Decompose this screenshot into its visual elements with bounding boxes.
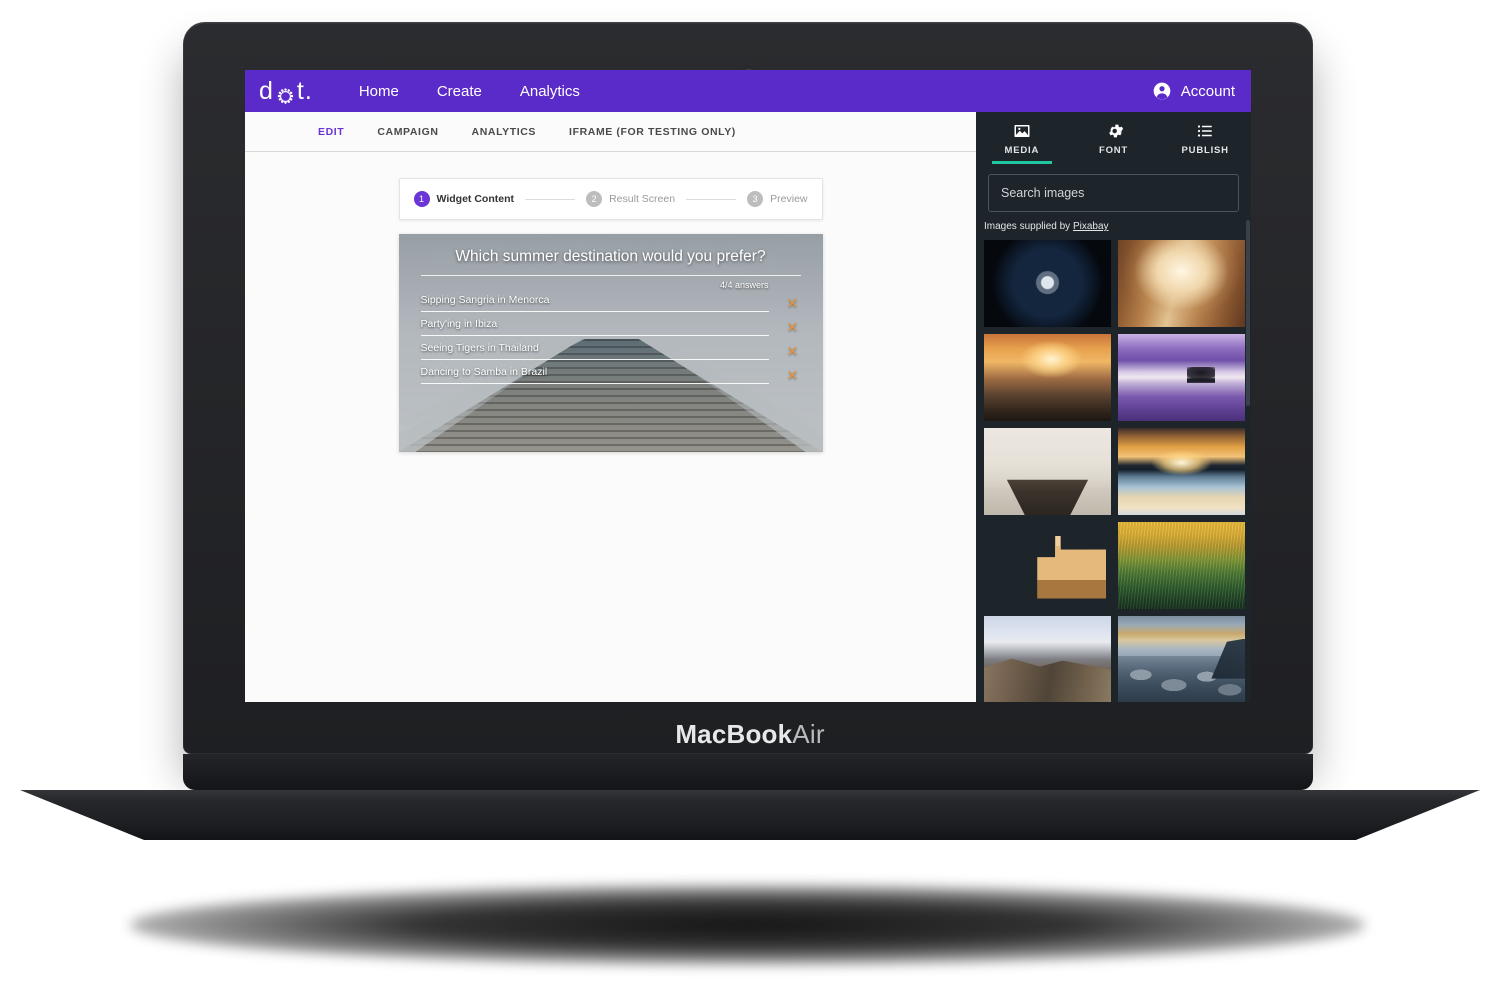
logo-letter-d: d xyxy=(259,76,274,105)
thumbnail-art xyxy=(1118,334,1245,421)
list-icon xyxy=(1159,122,1251,140)
image-icon xyxy=(976,122,1068,140)
image-thumb-wooden-dock-misty-lake[interactable] xyxy=(984,428,1111,515)
image-thumb-canyon-light-beam[interactable] xyxy=(1118,240,1245,327)
account-label: Account xyxy=(1180,82,1235,100)
image-thumb-lone-tree-purple-lake[interactable] xyxy=(1118,334,1245,421)
thumbnail-art xyxy=(984,240,1111,327)
stepper-connector-2 xyxy=(686,198,737,200)
step-number-3: 3 xyxy=(747,191,764,207)
sidebar-tab-label-publish: PUBLISH xyxy=(1181,145,1229,156)
nav-link-create[interactable]: Create xyxy=(437,83,482,100)
media-sidebar: MEDIA FONT PUBLISH Search images Images … xyxy=(976,112,1251,702)
primary-nav-links: Home Create Analytics xyxy=(359,83,580,100)
tab-iframe[interactable]: IFRAME (FOR TESTING ONLY) xyxy=(569,126,736,138)
thumbnail-art xyxy=(1118,616,1245,702)
widget-question-text[interactable]: Which summer destination would you prefe… xyxy=(420,248,801,276)
image-thumb-mountain-valley-road[interactable] xyxy=(984,616,1111,702)
sidebar-tab-media[interactable]: MEDIA xyxy=(976,118,1068,164)
sidebar-tab-font[interactable]: FONT xyxy=(1068,118,1160,156)
nav-link-analytics[interactable]: Analytics xyxy=(520,83,580,100)
step-label-2: Result Screen xyxy=(609,193,676,205)
macbook-word: MacBook xyxy=(675,719,793,749)
search-container xyxy=(976,165,1251,212)
image-thumb-full-moon-night-sky[interactable] xyxy=(984,240,1111,327)
account-person-icon xyxy=(1152,81,1172,101)
answer-input-4[interactable]: Dancing to Samba in Brazil xyxy=(420,366,769,384)
image-results-grid xyxy=(976,240,1251,702)
image-thumb-rocky-shore-twilight[interactable] xyxy=(1118,616,1245,702)
answer-row: Party'ing in Ibiza ✕ xyxy=(420,318,801,336)
close-x-icon[interactable]: ✕ xyxy=(785,320,801,334)
answers-count-label: 4/4 answers xyxy=(719,280,769,290)
dotted-circle-logo-icon xyxy=(276,84,295,104)
search-input[interactable] xyxy=(988,174,1239,212)
answer-row: Dancing to Samba in Brazil ✕ xyxy=(420,366,801,384)
air-word: Air xyxy=(792,719,825,749)
tab-campaign[interactable]: CAMPAIGN xyxy=(377,126,438,138)
pixabay-link[interactable]: Pixabay xyxy=(1073,221,1109,232)
image-thumb-city-skyline-sunset[interactable] xyxy=(984,334,1111,421)
sidebar-tabs: MEDIA FONT PUBLISH xyxy=(976,112,1251,165)
screen-body: EDIT CAMPAIGN ANALYTICS IFRAME (FOR TEST… xyxy=(245,112,1251,702)
tab-analytics[interactable]: ANALYTICS xyxy=(472,126,537,138)
answer-input-2[interactable]: Party'ing in Ibiza xyxy=(420,318,769,336)
answer-row: Sipping Sangria in Menorca ✕ xyxy=(420,294,801,312)
image-thumb-coastal-town-cliffside[interactable] xyxy=(984,522,1111,609)
close-x-icon[interactable]: ✕ xyxy=(785,368,801,382)
thumbnail-art xyxy=(984,428,1111,515)
answer-input-1[interactable]: Sipping Sangria in Menorca xyxy=(420,294,769,312)
image-credit: Images supplied by Pixabay xyxy=(976,212,1251,240)
sidebar-scrollbar[interactable] xyxy=(1246,220,1250,406)
thumbnail-art xyxy=(1118,240,1245,327)
step-number-2: 2 xyxy=(586,191,603,207)
account-button[interactable]: Account xyxy=(1152,81,1235,101)
laptop-drop-shadow xyxy=(130,885,1365,965)
sidebar-tab-label-media: MEDIA xyxy=(1004,145,1040,156)
thumbnail-art xyxy=(984,522,1111,609)
app-logo[interactable]: d t. xyxy=(259,77,313,106)
thumbnail-art xyxy=(984,616,1111,702)
step-number-1: 1 xyxy=(413,191,430,207)
macbook-brand-label: MacBookAir xyxy=(0,719,1500,750)
editor-subtabs: EDIT CAMPAIGN ANALYTICS IFRAME (FOR TEST… xyxy=(245,112,976,152)
stepper-connector-1 xyxy=(524,198,576,200)
answer-input-3[interactable]: Seeing Tigers in Thailand xyxy=(420,342,769,360)
thumbnail-art xyxy=(1118,522,1245,609)
step-label-1: Widget Content xyxy=(436,193,514,205)
tab-edit[interactable]: EDIT xyxy=(318,126,344,138)
thumbnail-art xyxy=(1118,428,1245,515)
screenshot-stage: d t. Home Create Analytics Account EDIT … xyxy=(0,0,1500,986)
widget-preview-card[interactable]: Which summer destination would you prefe… xyxy=(398,234,823,452)
close-x-icon[interactable]: ✕ xyxy=(785,296,801,310)
laptop-base xyxy=(20,790,1480,840)
nav-link-home[interactable]: Home xyxy=(359,83,399,100)
wizard-stepper: 1 Widget Content 2 Result Screen 3 Previ… xyxy=(398,178,823,220)
credit-prefix: Images supplied by xyxy=(984,221,1073,232)
gear-icon xyxy=(1068,122,1160,140)
close-x-icon[interactable]: ✕ xyxy=(785,344,801,358)
image-thumb-golden-forest-field[interactable] xyxy=(1118,522,1245,609)
laptop-hinge xyxy=(183,754,1313,790)
editor-main-pane: EDIT CAMPAIGN ANALYTICS IFRAME (FOR TEST… xyxy=(245,112,976,702)
step-preview[interactable]: 3 Preview xyxy=(747,191,808,207)
thumbnail-art xyxy=(984,334,1111,421)
sidebar-tab-label-font: FONT xyxy=(1098,145,1129,156)
sidebar-tab-publish[interactable]: PUBLISH xyxy=(1159,118,1251,156)
answer-row: Seeing Tigers in Thailand ✕ xyxy=(420,342,801,360)
step-label-3: Preview xyxy=(770,193,808,205)
laptop-screen: d t. Home Create Analytics Account EDIT … xyxy=(245,70,1251,702)
top-navigation-bar: d t. Home Create Analytics Account xyxy=(245,70,1251,112)
widget-content: Which summer destination would you prefe… xyxy=(399,234,823,452)
logo-letter-t: t. xyxy=(296,76,313,105)
step-result-screen[interactable]: 2 Result Screen xyxy=(586,191,675,207)
image-thumb-golden-sunset-over-water[interactable] xyxy=(1118,428,1245,515)
step-widget-content[interactable]: 1 Widget Content xyxy=(413,191,514,207)
